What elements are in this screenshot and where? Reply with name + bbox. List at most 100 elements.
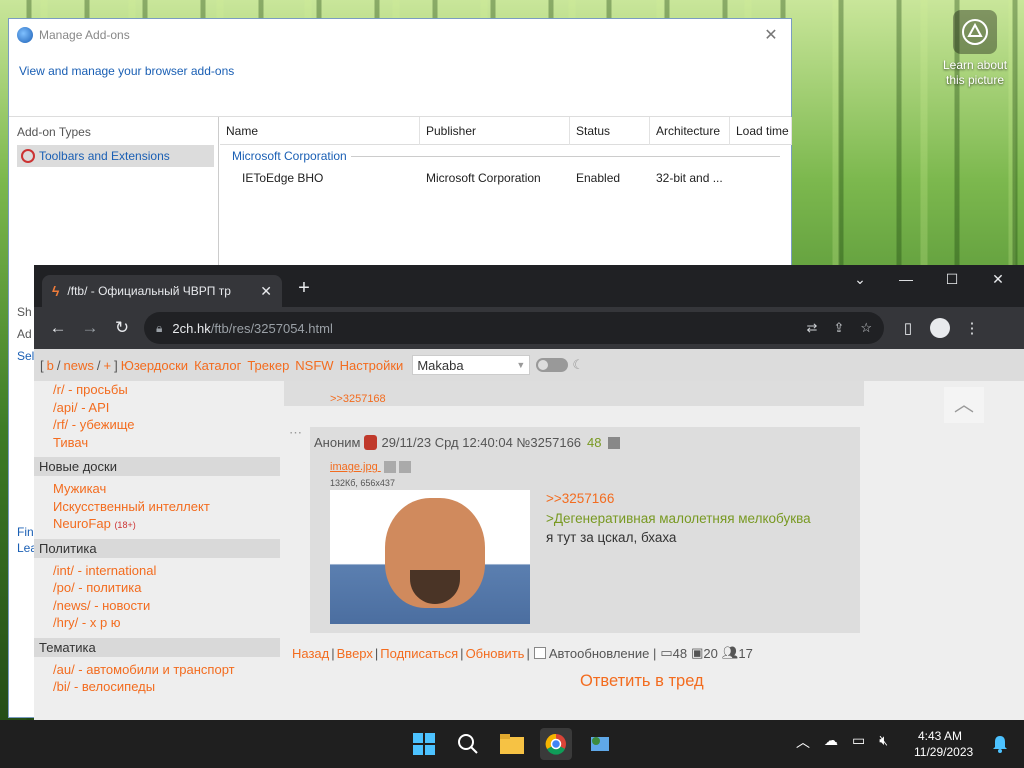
addon-name: IEToEdge BHO xyxy=(242,171,324,185)
new-tab-plus-icon[interactable]: + xyxy=(292,277,316,300)
file-link[interactable]: image.jpg xyxy=(330,461,411,474)
notification-bell-icon[interactable] xyxy=(984,728,1016,760)
sidebar-board-link[interactable]: /rf/ - убежище xyxy=(34,416,280,434)
addon-types-panel: Add-on Types Toolbars and Extensions xyxy=(9,117,219,277)
prev-post-ref-text[interactable]: >>3257168 xyxy=(330,393,386,405)
post-text: я тут за цскал, бхаха xyxy=(546,530,677,545)
network-icon[interactable]: ▭ xyxy=(852,732,865,752)
sidebar-section-header: Тематика xyxy=(34,637,280,657)
post-ref-link[interactable]: >>3257166 xyxy=(546,489,811,509)
sidebar-board-link[interactable]: /po/ - политика xyxy=(34,579,280,597)
addons-title: Manage Add-ons xyxy=(39,28,130,42)
side-panel-icon[interactable]: ▯ xyxy=(892,319,924,337)
start-windows-icon[interactable] xyxy=(408,728,440,760)
images-icon: ▣ xyxy=(691,645,704,660)
sidebar-board-link[interactable]: Мужикач xyxy=(34,480,280,498)
thread-back[interactable]: Назад xyxy=(292,646,329,661)
col-status[interactable]: Status xyxy=(570,116,650,145)
sidebar-board-link[interactable]: /api/ - API xyxy=(34,399,280,417)
theme-toggle[interactable] xyxy=(536,358,569,372)
chrome-icon[interactable] xyxy=(540,728,572,760)
nav-nsfw[interactable]: NSFW xyxy=(295,358,333,373)
reply-button[interactable]: Ответить в тред xyxy=(580,672,704,691)
sidebar-board-link[interactable]: /r/ - просьбы xyxy=(34,381,280,399)
close-icon[interactable]: ✕ xyxy=(759,25,783,45)
address-bar[interactable]: 🔒︎ 2ch.hk/ftb/res/3257054.html ⇄ ⇪ ☆ xyxy=(144,312,884,344)
nav-userboards[interactable]: Юзердоски xyxy=(121,358,188,373)
addon-type-toolbars[interactable]: Toolbars and Extensions xyxy=(17,145,214,167)
cloud-offline-icon[interactable]: ☁ xyxy=(824,732,838,752)
thread-subscribe[interactable]: Подписаться xyxy=(380,646,458,661)
nav-tracker[interactable]: Трекер xyxy=(247,358,289,373)
addons-titlebar: Manage Add-ons ✕ xyxy=(9,19,791,51)
post-image[interactable] xyxy=(330,490,530,624)
forward-arrow-icon[interactable]: → xyxy=(74,318,106,338)
tab-active[interactable]: ϟ /ftb/ - Официальный ЧВРП тр ✕ xyxy=(42,275,282,307)
sidebar-board-link[interactable]: /au/ - автомобили и транспорт xyxy=(34,661,280,679)
window-close-icon[interactable]: ✕ xyxy=(978,271,1018,288)
col-name[interactable]: Name xyxy=(220,116,420,145)
maximize-icon[interactable]: ☐ xyxy=(932,271,972,288)
addons-grid: Name Publisher Status Architecture Load … xyxy=(220,116,792,189)
thread-content: >>3257168 ︿ ⋯ Аноним 29/11/23 Срд 12:40:… xyxy=(284,381,1024,720)
sidebar-board-link[interactable]: /hry/ - х р ю xyxy=(34,614,280,632)
tab-close-icon[interactable]: ✕ xyxy=(260,283,272,300)
board-code: /r/ xyxy=(53,382,65,397)
tab-search-chevron-icon[interactable]: ⌄ xyxy=(840,271,880,288)
clock-date: 11/29/2023 xyxy=(914,745,974,759)
scroll-up-chevron-icon[interactable]: ︿ xyxy=(944,387,984,423)
reply-play-icon[interactable] xyxy=(607,436,620,449)
board-code: /api/ xyxy=(53,399,78,415)
learn-about-picture[interactable]: Learn about this picture xyxy=(934,10,1016,88)
addon-row[interactable]: IEToEdge BHO Microsoft Corporation Enabl… xyxy=(220,167,792,189)
volume-muted-icon[interactable]: 🔇︎ xyxy=(879,732,888,752)
nav-catalog[interactable]: Каталог xyxy=(194,358,241,373)
sidebar-board-link[interactable]: /bi/ - велосипеды xyxy=(34,678,280,696)
nav-news[interactable]: news xyxy=(63,358,93,373)
addons-subtitle[interactable]: View and manage your browser add-ons xyxy=(9,51,791,117)
col-publisher[interactable]: Publisher xyxy=(420,116,570,145)
autorefresh-label: Автообновление xyxy=(548,645,650,661)
translate-icon[interactable]: ⇄ xyxy=(807,320,818,336)
chevron-up-icon[interactable]: ︿ xyxy=(796,732,810,752)
bracket-close: ] xyxy=(114,357,118,373)
post-author: Аноним xyxy=(314,435,361,450)
sidebar-board-link[interactable]: NeuroFap (18+) xyxy=(34,515,280,533)
bookmark-star-icon[interactable]: ☆ xyxy=(860,320,872,336)
thread-refresh[interactable]: Обновить xyxy=(466,646,525,661)
toolbar: ← → ↻ 🔒︎ 2ch.hk/ftb/res/3257054.html ⇄ ⇪… xyxy=(34,307,1024,349)
nav-b[interactable]: b xyxy=(47,358,54,373)
sidebar-board-link[interactable]: /news/ - новости xyxy=(34,597,280,615)
share-icon[interactable]: ⇪ xyxy=(833,320,844,336)
style-select[interactable]: Makaba ▼ xyxy=(412,355,531,375)
sidebar-board-link[interactable]: Тивач xyxy=(34,434,280,452)
search-image-icon[interactable] xyxy=(383,461,396,474)
file-name[interactable]: image.jpg xyxy=(330,461,378,473)
clock[interactable]: 4:43 AM 11/29/2023 xyxy=(914,728,974,760)
profile-avatar-icon[interactable] xyxy=(930,318,950,338)
file-explorer-icon[interactable] xyxy=(496,728,528,760)
menu-kebab-icon[interactable]: ⋮ xyxy=(956,319,988,337)
tab-strip: ϟ /ftb/ - Официальный ЧВРП тр ✕ + ⌄ — ☐ … xyxy=(34,265,1024,307)
search-icon[interactable] xyxy=(452,728,484,760)
bolt-favicon-icon: ϟ xyxy=(52,283,60,299)
post-number[interactable]: №3257166 xyxy=(516,435,581,450)
addon-type-label: Toolbars and Extensions xyxy=(39,149,170,163)
control-panel-icon[interactable] xyxy=(584,728,616,760)
prev-post-ref[interactable]: >>3257168 xyxy=(284,381,864,406)
post-menu-dots-icon[interactable]: ⋯ xyxy=(289,425,302,441)
minimize-icon[interactable]: — xyxy=(886,271,926,287)
reload-icon[interactable]: ↻ xyxy=(106,318,138,338)
col-architecture[interactable]: Architecture xyxy=(650,116,730,145)
sidebar-board-link[interactable]: /int/ - international xyxy=(34,562,280,580)
sidebar-board-link[interactable]: Искусственный интеллект xyxy=(34,498,280,516)
download-icon[interactable] xyxy=(398,461,411,474)
nav-plus[interactable]: + xyxy=(103,358,111,373)
autorefresh-checkbox[interactable] xyxy=(533,647,546,659)
col-load-time[interactable]: Load time xyxy=(730,116,792,145)
nav-settings[interactable]: Настройки xyxy=(340,358,404,373)
thread-up[interactable]: Вверх xyxy=(337,646,373,661)
back-arrow-icon[interactable]: ← xyxy=(42,318,74,338)
lock-icon[interactable]: 🔒︎ xyxy=(156,321,162,336)
file-meta: 132Кб, 656x437 xyxy=(330,478,395,488)
